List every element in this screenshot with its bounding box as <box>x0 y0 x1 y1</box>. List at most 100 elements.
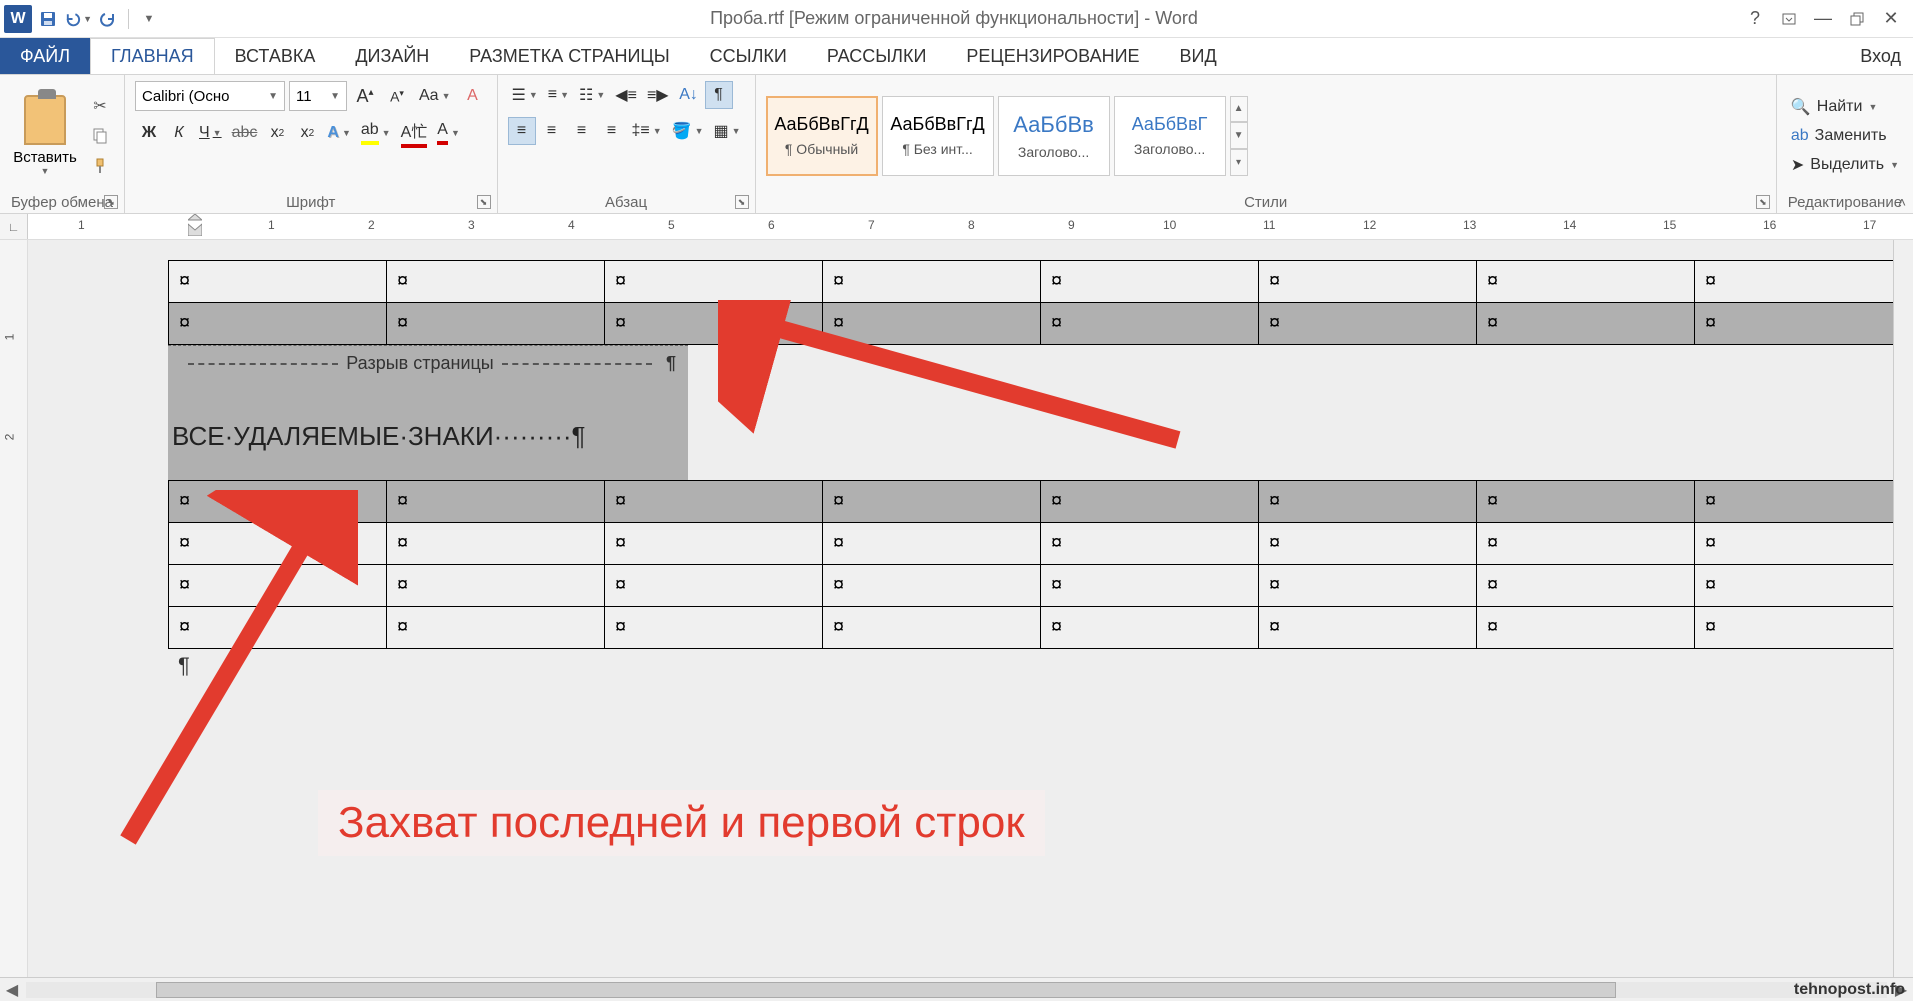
sort-button[interactable]: A↓ <box>675 81 703 109</box>
table-row[interactable]: ¤ ¤ ¤ ¤ ¤ ¤ ¤ ¤ <box>169 523 1913 565</box>
table-cell[interactable]: ¤ <box>387 481 605 523</box>
subscript-button[interactable]: x2 <box>263 119 291 147</box>
table-row[interactable]: ¤ ¤ ¤ ¤ ¤ ¤ ¤ ¤ <box>169 607 1913 649</box>
table-cell[interactable]: ¤ <box>823 565 1041 607</box>
bullets-button[interactable]: ☰▼ <box>508 81 542 109</box>
styles-scroll-down[interactable]: ▼ <box>1230 122 1248 149</box>
table-cell[interactable]: ¤ <box>1041 523 1259 565</box>
sign-in-link[interactable]: Вход <box>1848 38 1913 74</box>
table-cell[interactable]: ¤ <box>169 523 387 565</box>
ribbon-display-button[interactable] <box>1775 5 1803 33</box>
style-heading1[interactable]: АаБбВв Заголово... <box>998 96 1110 176</box>
table-cell[interactable]: ¤ <box>1259 565 1477 607</box>
multilevel-list-button[interactable]: ☷▼ <box>575 81 609 109</box>
font-dialog-launcher[interactable]: ⬊ <box>477 195 491 209</box>
table-cell[interactable]: ¤ <box>1259 523 1477 565</box>
styles-dialog-launcher[interactable]: ⬊ <box>1756 195 1770 209</box>
change-case-button[interactable]: Aa▼ <box>415 82 455 110</box>
superscript-button[interactable]: x2 <box>293 119 321 147</box>
table-row[interactable]: ¤ ¤ ¤ ¤ ¤ ¤ ¤ ¤ <box>169 565 1913 607</box>
style-heading2[interactable]: АаБбВвГ Заголово... <box>1114 96 1226 176</box>
italic-button[interactable]: К <box>165 119 193 147</box>
scroll-track[interactable] <box>26 982 1887 998</box>
vertical-scrollbar[interactable] <box>1893 240 1913 977</box>
borders-button[interactable]: ▦▼ <box>710 117 745 145</box>
vertical-ruler[interactable]: 1 2 <box>0 240 28 977</box>
align-left-button[interactable]: ≡ <box>508 117 536 145</box>
line-spacing-button[interactable]: ‡≡▼ <box>628 117 666 145</box>
underline-button[interactable]: Ч▼ <box>195 119 226 147</box>
table-cell[interactable]: ¤ <box>1041 481 1259 523</box>
help-button[interactable]: ? <box>1741 5 1769 33</box>
table-cell[interactable]: ¤ <box>1695 565 1913 607</box>
paragraph-dialog-launcher[interactable]: ⬊ <box>735 195 749 209</box>
collapse-ribbon-button[interactable]: ˄ <box>1893 193 1911 211</box>
font-name-combo[interactable]: Calibri (Осно▼ <box>135 81 285 111</box>
styles-expand[interactable]: ▾ <box>1230 149 1248 176</box>
replace-button[interactable]: ab Заменить <box>1787 125 1903 147</box>
table-cell[interactable]: ¤ <box>605 481 823 523</box>
close-button[interactable]: ✕ <box>1877 5 1905 33</box>
table-cell[interactable]: ¤ <box>605 565 823 607</box>
table-cell[interactable]: ¤ <box>169 303 387 345</box>
selected-text-block[interactable]: ВСЕ·УДАЛЯЕМЫЕ·ЗНАКИ·········¶ <box>168 415 688 480</box>
table-cell[interactable]: ¤ <box>823 303 1041 345</box>
table-cell[interactable]: ¤ <box>1695 303 1913 345</box>
table-cell[interactable]: ¤ <box>1477 565 1695 607</box>
table-row[interactable]: ¤ ¤ ¤ ¤ ¤ ¤ ¤ ¤ <box>169 261 1913 303</box>
table-cell[interactable]: ¤ <box>387 523 605 565</box>
clipboard-dialog-launcher[interactable]: ⬊ <box>104 195 118 209</box>
tab-insert[interactable]: ВСТАВКА <box>215 38 336 74</box>
table-cell[interactable]: ¤ <box>1477 523 1695 565</box>
table-cell[interactable]: ¤ <box>823 481 1041 523</box>
increase-indent-button[interactable]: ≡▶ <box>643 81 673 109</box>
table-cell[interactable]: ¤ <box>169 481 387 523</box>
table-cell[interactable]: ¤ <box>1041 303 1259 345</box>
cut-button[interactable]: ✂ <box>86 94 114 118</box>
table-cell[interactable]: ¤ <box>1259 303 1477 345</box>
font-color-button[interactable]: А▼ <box>433 119 464 147</box>
table-cell[interactable]: ¤ <box>1477 303 1695 345</box>
table-cell[interactable]: ¤ <box>1259 261 1477 303</box>
scroll-thumb[interactable] <box>156 982 1616 998</box>
show-marks-button[interactable]: ¶ <box>705 81 733 109</box>
table-cell[interactable]: ¤ <box>605 523 823 565</box>
format-painter-button[interactable] <box>86 154 114 178</box>
minimize-button[interactable]: — <box>1809 5 1837 33</box>
table-cell[interactable]: ¤ <box>1695 481 1913 523</box>
shrink-font-button[interactable]: A▾ <box>383 82 411 110</box>
table-cell[interactable]: ¤ <box>1695 261 1913 303</box>
bold-button[interactable]: Ж <box>135 119 163 147</box>
document-canvas[interactable]: ¤ ¤ ¤ ¤ ¤ ¤ ¤ ¤ ¤ ¤ ¤ ¤ ¤ ¤ ¤ ¤ <box>28 240 1913 977</box>
clear-formatting-button[interactable]: A <box>459 82 487 110</box>
table-cell[interactable]: ¤ <box>387 565 605 607</box>
paste-button[interactable]: Вставить ▼ <box>10 81 80 190</box>
font-size-combo[interactable]: 11▼ <box>289 81 347 111</box>
find-button[interactable]: 🔍 Найти ▼ <box>1787 95 1903 119</box>
table-cell[interactable]: ¤ <box>169 565 387 607</box>
grow-font-button[interactable]: A▴ <box>351 82 379 110</box>
table-cell[interactable]: ¤ <box>1477 261 1695 303</box>
save-button[interactable] <box>34 5 62 33</box>
tab-selector[interactable]: ∟ <box>0 214 28 239</box>
table-cell[interactable]: ¤ <box>823 523 1041 565</box>
tab-review[interactable]: РЕЦЕНЗИРОВАНИЕ <box>946 38 1159 74</box>
table-cell[interactable]: ¤ <box>823 607 1041 649</box>
align-right-button[interactable]: ≡ <box>568 117 596 145</box>
table-cell[interactable]: ¤ <box>1041 261 1259 303</box>
table-1[interactable]: ¤ ¤ ¤ ¤ ¤ ¤ ¤ ¤ ¤ ¤ ¤ ¤ ¤ ¤ ¤ ¤ <box>168 260 1913 345</box>
qat-customize-button[interactable]: ▼ <box>135 5 163 33</box>
table-cell[interactable]: ¤ <box>1259 607 1477 649</box>
table-cell[interactable]: ¤ <box>387 261 605 303</box>
shading-button[interactable]: 🪣▼ <box>668 117 708 145</box>
tab-view[interactable]: ВИД <box>1160 38 1237 74</box>
table-cell[interactable]: ¤ <box>823 261 1041 303</box>
page-break-marker[interactable]: Разрыв страницы ¶ <box>168 345 688 381</box>
highlight-button[interactable]: ab▼ <box>357 119 395 147</box>
table-row[interactable]: ¤ ¤ ¤ ¤ ¤ ¤ ¤ ¤ <box>169 303 1913 345</box>
tab-file[interactable]: ФАЙЛ <box>0 38 90 74</box>
table-2[interactable]: ¤ ¤ ¤ ¤ ¤ ¤ ¤ ¤ ¤ ¤ ¤ ¤ ¤ ¤ ¤ ¤ <box>168 480 1913 649</box>
table-cell[interactable]: ¤ <box>387 607 605 649</box>
style-normal[interactable]: АаБбВвГгД ¶ Обычный <box>766 96 878 176</box>
table-cell[interactable]: ¤ <box>1477 481 1695 523</box>
